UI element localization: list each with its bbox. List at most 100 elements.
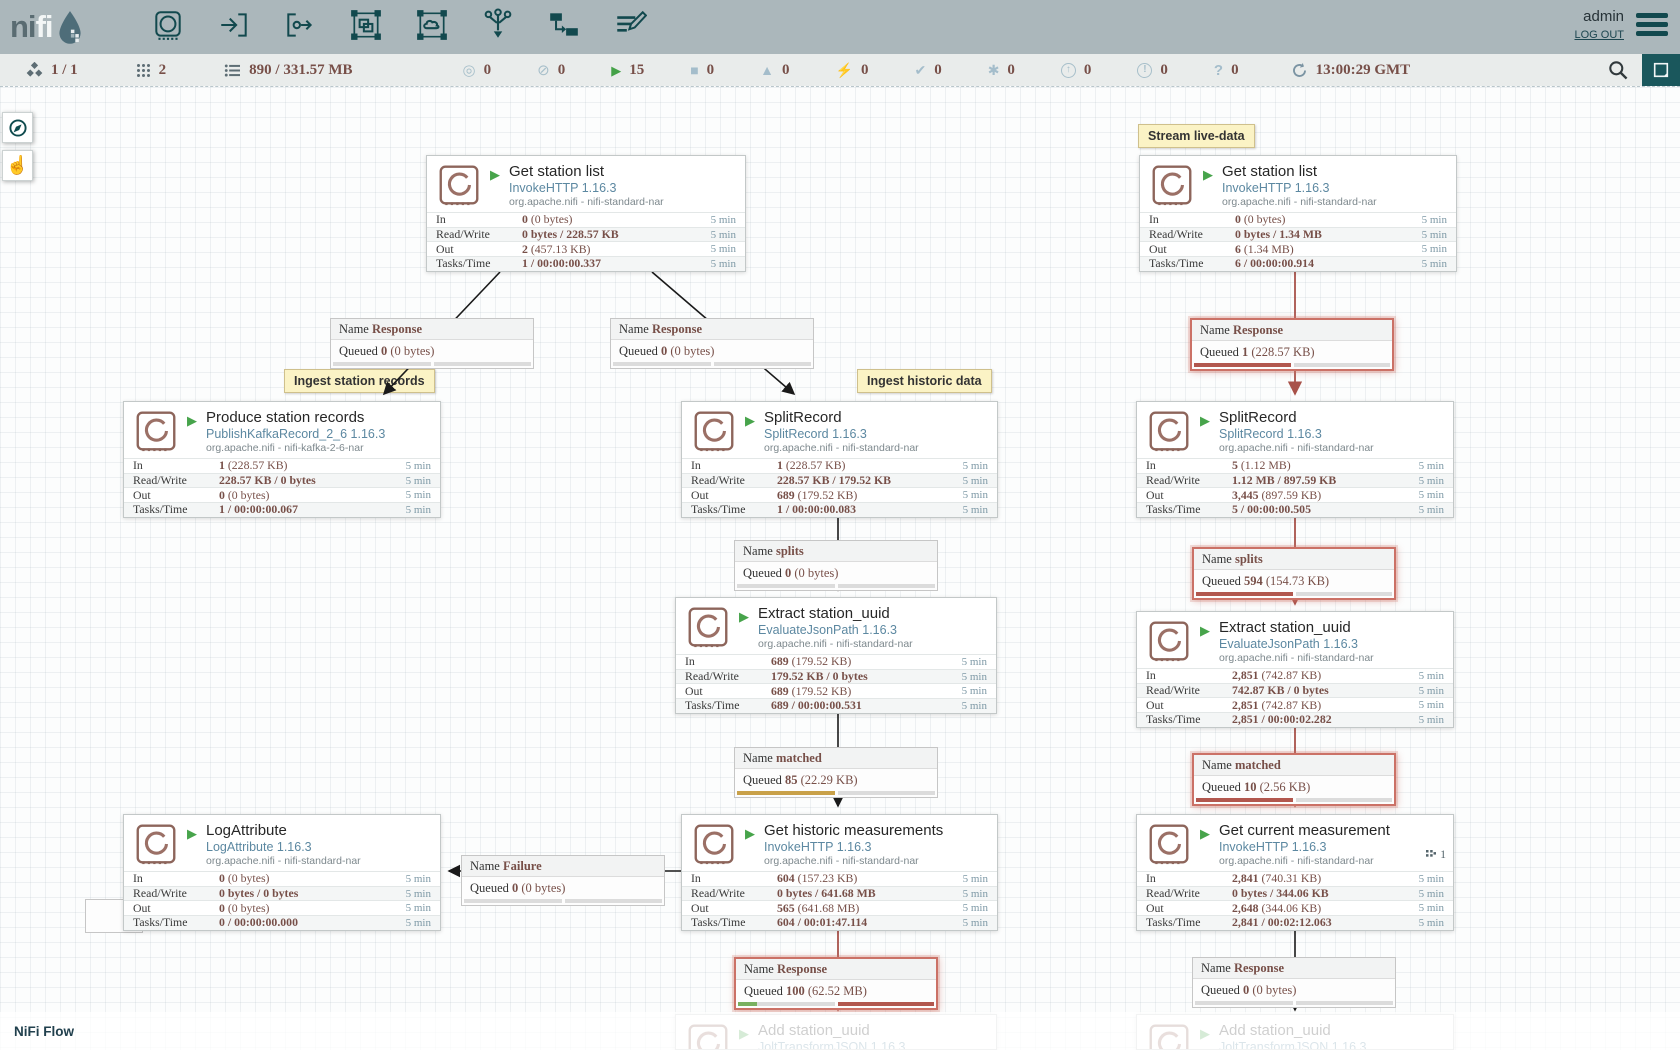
- stat-row-tasks-time: Tasks/Time5 / 00:00:00.5055 min: [1137, 502, 1453, 517]
- logout-link[interactable]: LOG OUT: [1574, 29, 1624, 41]
- percent-bar: [1296, 798, 1393, 802]
- stat-row-read-write: Read/Write0 bytes / 344.06 KB5 min: [1137, 886, 1453, 901]
- funnel-component[interactable]: [480, 9, 516, 45]
- current-user: admin: [1574, 8, 1624, 25]
- global-menu-icon[interactable]: [1636, 13, 1668, 40]
- processor-name: SplitRecord: [1219, 409, 1453, 426]
- status-bar: 1 / 12890 / 331.57 MB◎0⊘0▶15■0▲0⚡0✔0✱0↑0…: [0, 54, 1680, 86]
- processor-get-current-measurement[interactable]: ▶ Get current measurement InvokeHTTP 1.1…: [1136, 814, 1454, 931]
- refresh-icon[interactable]: [1291, 62, 1308, 79]
- transmitting-count: 0: [484, 62, 492, 79]
- processor-type: LogAttribute 1.16.3: [206, 840, 440, 854]
- processor-stamp-icon: [438, 164, 480, 206]
- connection-conn-response-bottom-mid[interactable]: Name Response Queued 100 (62.52 MB): [734, 957, 938, 1010]
- processor-stamp-icon: [693, 410, 735, 452]
- connection-conn-failure[interactable]: Name Failure Queued 0 (0 bytes): [461, 855, 665, 906]
- processor-type: SplitRecord 1.16.3: [764, 427, 997, 441]
- connection-name: Name splits: [1194, 549, 1394, 570]
- processor-split-record-mid[interactable]: ▶ SplitRecord SplitRecord 1.16.3 org.apa…: [681, 401, 998, 518]
- status-invalid: ▲0: [760, 62, 789, 79]
- queued-list-icon: [224, 63, 241, 78]
- connection-conn-splits-mid[interactable]: Name splits Queued 0 (0 bytes): [734, 540, 938, 591]
- threads-icon: [1426, 850, 1436, 860]
- running-status-icon: ▶: [739, 609, 749, 625]
- remote-process-group-icon: [415, 8, 449, 47]
- flow-label-ingest-historic-data[interactable]: Ingest historic data: [857, 369, 992, 393]
- processor-log-attribute[interactable]: ▶ LogAttribute LogAttribute 1.16.3 org.a…: [123, 814, 441, 931]
- processor-component[interactable]: [150, 9, 186, 45]
- processor-extract-station-uuid-mid[interactable]: ▶ Extract station_uuid EvaluateJsonPath …: [675, 597, 997, 714]
- percent-bar: [738, 1002, 835, 1006]
- running-icon: ▶: [611, 64, 621, 77]
- status-cluster: 1 / 1: [26, 62, 78, 79]
- running-status-icon: ▶: [187, 826, 197, 842]
- queue-percent-bars: [1192, 363, 1392, 369]
- template-component[interactable]: [546, 9, 582, 45]
- search-button[interactable]: [1606, 58, 1632, 84]
- queue-percent-bars: [331, 362, 533, 368]
- processor-split-record-right[interactable]: ▶ SplitRecord SplitRecord 1.16.3 org.apa…: [1136, 401, 1454, 518]
- processor-name: Produce station records: [206, 409, 440, 426]
- stale-count: 0: [1084, 62, 1092, 79]
- stat-row-read-write: Read/Write1.12 MB / 897.59 KB5 min: [1137, 473, 1453, 488]
- flow-label-stream-live-data[interactable]: Stream live-data: [1138, 124, 1255, 148]
- stat-row-in: In1 (228.57 KB)5 min: [124, 458, 440, 473]
- processor-bundle: org.apache.nifi - nifi-kafka-2-6-nar: [206, 442, 440, 454]
- last-refresh[interactable]: 13:00:29 GMT: [1291, 62, 1411, 79]
- status-stopped: ■0: [690, 62, 714, 79]
- status-locally-modified-stale: !0: [1137, 62, 1168, 79]
- stat-row-in: In5 (1.12 MB)5 min: [1137, 458, 1453, 473]
- top-toolbar: nifi admin LOG OUT: [0, 0, 1680, 54]
- processor-stamp-icon: [1148, 410, 1190, 452]
- processor-produce-station-records[interactable]: ▶ Produce station records PublishKafkaRe…: [123, 401, 441, 518]
- not-transmitting-count: 0: [558, 62, 566, 79]
- search-icon[interactable]: [1606, 58, 1630, 82]
- processor-type: InvokeHTTP 1.16.3: [764, 840, 997, 854]
- processor-get-historic-measurements[interactable]: ▶ Get historic measurements InvokeHTTP 1…: [681, 814, 998, 931]
- processor-get-station-list-left[interactable]: ▶ Get station list InvokeHTTP 1.16.3 org…: [426, 155, 746, 272]
- processor-name: Extract station_uuid: [758, 605, 996, 622]
- processor-stamp-icon: [135, 410, 177, 452]
- connection-name: Name Response: [1193, 958, 1395, 979]
- nifi-app: nifi admin LOG OUT 1 / 12890 / 331.57 MB…: [0, 0, 1680, 1050]
- connection-conn-response-bottom-right[interactable]: Name Response Queued 0 (0 bytes): [1192, 957, 1396, 1008]
- status-locally-modified: ✱0: [988, 62, 1015, 79]
- percent-bar: [1195, 1001, 1293, 1005]
- process-group-component[interactable]: [348, 9, 384, 45]
- connection-conn-response-right[interactable]: Name Response Queued 1 (228.57 KB): [1190, 318, 1394, 371]
- connection-conn-matched-right[interactable]: Name matched Queued 10 (2.56 KB): [1192, 753, 1396, 806]
- stat-row-out: Out689 (179.52 KB)5 min: [676, 683, 996, 698]
- operate-palette-button[interactable]: ☝: [2, 150, 33, 181]
- birdseye-toggle-button[interactable]: [1642, 54, 1680, 86]
- connection-conn-response-left2[interactable]: Name Response Queued 0 (0 bytes): [610, 318, 814, 369]
- connection-conn-splits-right[interactable]: Name splits Queued 594 (154.73 KB): [1192, 547, 1396, 600]
- flow-label-ingest-station-records[interactable]: Ingest station records: [284, 369, 435, 393]
- processor-bundle: org.apache.nifi - nifi-standard-nar: [764, 855, 997, 867]
- process-group-icon: [349, 8, 383, 47]
- processor-extract-station-uuid-right[interactable]: ▶ Extract station_uuid EvaluateJsonPath …: [1136, 611, 1454, 728]
- processor-stamp-icon: [687, 606, 729, 648]
- stopped-count: 0: [707, 62, 715, 79]
- status-disabled: ⚡0: [836, 62, 869, 79]
- queued-list-count: 890 / 331.57 MB: [249, 62, 352, 79]
- breadcrumb[interactable]: NiFi Flow: [14, 1024, 74, 1039]
- output-port-component[interactable]: [282, 9, 318, 45]
- connection-name: Name Failure: [462, 856, 664, 877]
- running-status-icon: ▶: [1200, 826, 1210, 842]
- queue-percent-bars: [1194, 798, 1394, 804]
- processor-bundle: org.apache.nifi - nifi-standard-nar: [509, 196, 745, 208]
- input-port-component[interactable]: [216, 9, 252, 45]
- remote-process-group-component[interactable]: [414, 9, 450, 45]
- disabled-icon: ⚡: [836, 63, 853, 77]
- template-icon: [547, 8, 581, 47]
- label-component[interactable]: [612, 9, 648, 45]
- connection-conn-matched-mid[interactable]: Name matched Queued 85 (22.29 KB): [734, 747, 938, 798]
- percent-bar: [714, 362, 812, 366]
- processor-type: EvaluateJsonPath 1.16.3: [758, 623, 996, 637]
- processor-name: SplitRecord: [764, 409, 997, 426]
- processor-get-station-list-right[interactable]: ▶ Get station list InvokeHTTP 1.16.3 org…: [1139, 155, 1457, 272]
- not-transmitting-icon: ⊘: [537, 63, 550, 78]
- stat-row-in: In0 (0 bytes)5 min: [1140, 212, 1456, 227]
- navigate-palette-button[interactable]: [2, 112, 33, 143]
- connection-conn-response-left1[interactable]: Name Response Queued 0 (0 bytes): [330, 318, 534, 369]
